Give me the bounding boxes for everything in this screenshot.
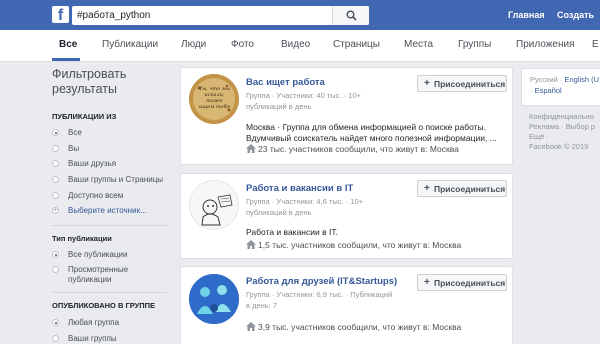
tab-all[interactable]: Все — [59, 39, 77, 50]
language-list: · Español — [530, 86, 562, 95]
filter-section-title: Тип публикации — [52, 234, 112, 243]
people-avatar-image — [189, 274, 239, 324]
filters-title: Фильтровать результаты — [52, 67, 127, 96]
sketch-avatar-image — [190, 181, 238, 229]
radio-selected[interactable] — [52, 319, 59, 326]
language-list: Русский · English (U — [530, 75, 600, 84]
search-tabs: Все Публикации Люди Фото Видео Страницы … — [0, 30, 600, 62]
plus-icon: + — [424, 78, 430, 89]
radio-selected[interactable] — [52, 129, 59, 136]
tab-events[interactable]: Е — [592, 39, 599, 50]
home-icon — [246, 240, 256, 249]
active-tab-indicator — [52, 58, 80, 61]
radio[interactable] — [52, 192, 59, 199]
language-english-link[interactable]: English (U — [565, 75, 600, 84]
footer-link[interactable]: Реклама · Выбор р — [529, 122, 595, 132]
group-meta: Группа · Участники: 6,9 тыс. · Публикаци… — [246, 290, 393, 310]
group-meta: Группа · Участники: 40 тыс. · 10+ публик… — [246, 91, 361, 111]
search-box — [72, 6, 369, 25]
home-link[interactable]: Главная — [508, 10, 545, 20]
group-avatar[interactable] — [189, 180, 239, 230]
radio[interactable] — [52, 176, 59, 183]
avatar-caption: Ты, что мы искали, тоже ищем тебя — [198, 86, 231, 110]
group-result-card[interactable]: Работа и вакансии в IT Группа · Участник… — [180, 173, 513, 259]
tab-apps[interactable]: Приложения — [516, 39, 575, 50]
home-icon — [246, 144, 256, 153]
plus-icon: + — [424, 277, 430, 288]
search-input[interactable] — [77, 6, 337, 25]
divider — [52, 292, 167, 293]
join-group-button[interactable]: + Присоединиться — [417, 180, 507, 197]
group-name-link[interactable]: Работа и вакансии в IT — [246, 183, 353, 194]
group-name-link[interactable]: Вас ищет работа — [246, 77, 325, 88]
group-avatar[interactable]: Ты, что мы искали, тоже ищем тебя — [189, 74, 239, 124]
tab-pages[interactable]: Страницы — [333, 39, 380, 50]
top-navigation-bar: f Главная Создать — [0, 0, 600, 30]
radio[interactable] — [52, 335, 59, 342]
tab-groups[interactable]: Группы — [458, 39, 491, 50]
divider — [52, 225, 167, 226]
tab-videos[interactable]: Видео — [281, 39, 310, 50]
home-icon — [246, 322, 256, 331]
group-result-card[interactable]: Работа для друзей (IT&Startups) Группа ·… — [180, 266, 513, 344]
group-description: Работа и вакансии в IT. — [246, 227, 338, 237]
tab-photos[interactable]: Фото — [231, 39, 254, 50]
language-spanish-link[interactable]: Español — [535, 86, 562, 95]
group-description: Москва · Группа для обмена информацией о… — [246, 122, 497, 143]
group-result-card[interactable]: Ты, что мы искали, тоже ищем тебя Вас ищ… — [180, 67, 513, 165]
copyright: Facebook © 2019 — [529, 142, 589, 151]
search-button[interactable] — [332, 6, 369, 25]
radio[interactable] — [52, 145, 59, 152]
filter-section-title: ОПУБЛИКОВАНО В ГРУППЕ — [52, 301, 156, 310]
join-group-button[interactable]: + Присоединиться — [417, 274, 507, 291]
radio[interactable] — [52, 160, 59, 167]
language-box: Русский · English (U · Español — [521, 68, 600, 106]
facebook-logo-icon[interactable]: f — [52, 6, 69, 23]
group-name-link[interactable]: Работа для друзей (IT&Startups) — [246, 276, 397, 287]
group-avatar[interactable] — [189, 274, 239, 324]
radio-selected[interactable] — [52, 251, 59, 258]
search-icon — [346, 10, 357, 21]
tab-people[interactable]: Люди — [181, 39, 206, 50]
tab-places[interactable]: Места — [404, 39, 433, 50]
join-group-button[interactable]: + Присоединиться — [417, 75, 507, 92]
plus-icon: + — [424, 183, 430, 194]
filter-section-title: ПУБЛИКАЦИИ ИЗ — [52, 112, 117, 121]
tab-posts[interactable]: Публикации — [102, 39, 158, 50]
create-link[interactable]: Создать — [557, 10, 594, 20]
group-meta: Группа · Участники: 4,6 тыс. · 10+ публи… — [246, 197, 363, 217]
footer-link[interactable]: Ещё · — [529, 132, 549, 142]
footer-link[interactable]: Конфиденциально — [529, 112, 594, 122]
plus-circle-icon: + — [52, 207, 59, 214]
radio[interactable] — [52, 266, 59, 273]
